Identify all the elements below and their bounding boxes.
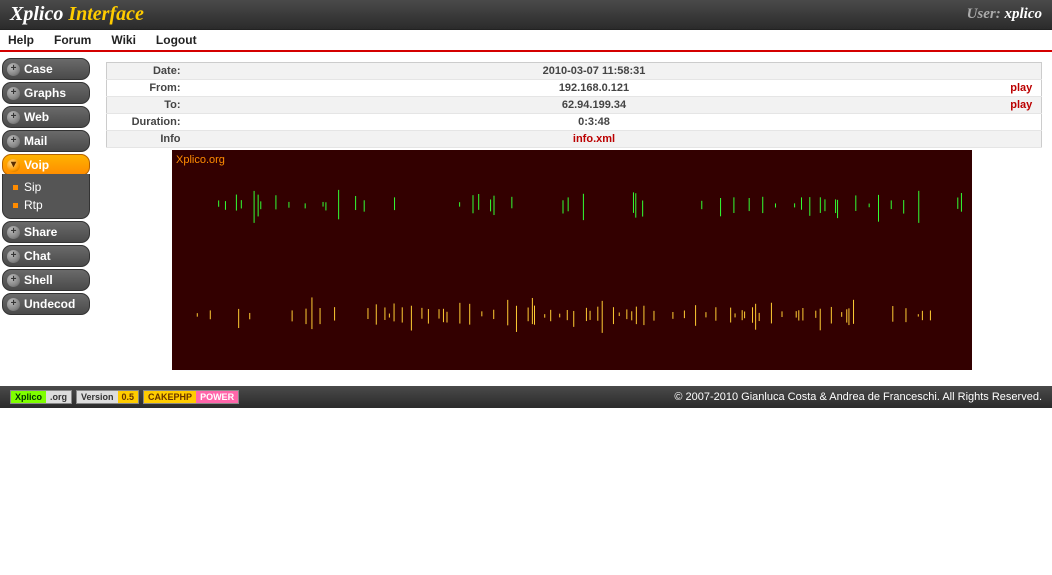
row-value: 192.168.0.121 (187, 80, 1002, 97)
header-bar: Xplico Interface User: xplico (0, 0, 1052, 30)
sidebar-item-label: Share (24, 225, 57, 239)
info-link[interactable]: info.xml (573, 133, 615, 145)
table-row: Duration: 0:3:48 (107, 114, 1042, 131)
badge-version[interactable]: Version 0.5 (76, 390, 139, 404)
badge-left: Version (77, 391, 118, 403)
row-value: 62.94.199.34 (187, 97, 1002, 114)
user-label: User: (967, 6, 1001, 22)
row-action (1002, 63, 1042, 80)
plus-icon: + (7, 111, 20, 124)
plus-icon: + (7, 298, 20, 311)
plus-icon: + (7, 87, 20, 100)
sidebar-subitem-label: Rtp (24, 198, 43, 212)
sidebar-subitem-sip[interactable]: Sip (3, 178, 89, 196)
details-table: Date: 2010-03-07 11:58:31 From: 192.168.… (106, 62, 1042, 148)
sidebar-subitem-rtp[interactable]: Rtp (3, 196, 89, 214)
bullet-icon (13, 203, 18, 208)
sidebar-item-voip[interactable]: ▾ Voip (2, 154, 90, 176)
badge-right: .org (46, 391, 71, 403)
plus-icon: + (7, 226, 20, 239)
sidebar-item-label: Case (24, 62, 53, 76)
sidebar-item-share[interactable]: + Share (2, 221, 90, 243)
badge-left: Xplico (11, 391, 46, 403)
username: xplico (1005, 6, 1043, 22)
arrow-down-icon: ▾ (7, 159, 20, 172)
sidebar-item-undecod[interactable]: + Undecod (2, 293, 90, 315)
plus-icon: + (7, 274, 20, 287)
sidebar-item-label: Voip (24, 158, 49, 172)
row-label: Date: (107, 63, 187, 80)
nav-wiki[interactable]: Wiki (111, 33, 136, 47)
waveform-svg (172, 150, 972, 370)
footer-badges: Xplico .org Version 0.5 CAKEPHP POWER (10, 390, 239, 404)
plus-icon: + (7, 135, 20, 148)
row-value: 2010-03-07 11:58:31 (187, 63, 1002, 80)
sidebar-item-label: Undecod (24, 297, 75, 311)
badge-cakephp[interactable]: CAKEPHP POWER (143, 390, 239, 404)
sidebar-item-mail[interactable]: + Mail (2, 130, 90, 152)
sidebar-subitem-label: Sip (24, 180, 41, 194)
sidebar-item-web[interactable]: + Web (2, 106, 90, 128)
app-logo: Xplico Interface (10, 3, 144, 26)
sidebar-item-case[interactable]: + Case (2, 58, 90, 80)
main-content: Date: 2010-03-07 11:58:31 From: 192.168.… (92, 52, 1052, 380)
footer-bar: Xplico .org Version 0.5 CAKEPHP POWER © … (0, 386, 1052, 408)
sidebar-item-label: Shell (24, 273, 53, 287)
logo-right: Interface (68, 3, 144, 25)
user-box: User: xplico (967, 6, 1042, 23)
row-action (1002, 131, 1042, 148)
row-action (1002, 114, 1042, 131)
sidebar-item-label: Graphs (24, 86, 66, 100)
row-label: From: (107, 80, 187, 97)
nav-forum[interactable]: Forum (54, 33, 91, 47)
sidebar-item-label: Mail (24, 134, 47, 148)
logo-left: Xplico (10, 3, 63, 25)
bullet-icon (13, 185, 18, 190)
table-row: From: 192.168.0.121 play (107, 80, 1042, 97)
sidebar-sublist-voip: Sip Rtp (2, 174, 90, 219)
footer-copyright: © 2007-2010 Gianluca Costa & Andrea de F… (674, 391, 1042, 403)
play-link[interactable]: play (1010, 99, 1032, 111)
row-label: To: (107, 97, 187, 114)
row-label: Info (107, 131, 187, 148)
play-link[interactable]: play (1010, 82, 1032, 94)
badge-right: POWER (196, 391, 238, 403)
waveform-display: Xplico.org (172, 150, 972, 370)
badge-left: CAKEPHP (144, 391, 196, 403)
sidebar-item-shell[interactable]: + Shell (2, 269, 90, 291)
sidebar-item-chat[interactable]: + Chat (2, 245, 90, 267)
row-label: Duration: (107, 114, 187, 131)
badge-xplico[interactable]: Xplico .org (10, 390, 72, 404)
sidebar-item-label: Chat (24, 249, 51, 263)
sidebar: + Case + Graphs + Web + Mail ▾ Voip Sip … (0, 52, 92, 323)
table-row: Date: 2010-03-07 11:58:31 (107, 63, 1042, 80)
plus-icon: + (7, 63, 20, 76)
badge-right: 0.5 (118, 391, 139, 403)
row-value: 0:3:48 (187, 114, 1002, 131)
table-row: To: 62.94.199.34 play (107, 97, 1042, 114)
nav-help[interactable]: Help (8, 33, 34, 47)
top-nav: Help Forum Wiki Logout (0, 30, 1052, 52)
table-row: Info info.xml (107, 131, 1042, 148)
plus-icon: + (7, 250, 20, 263)
sidebar-item-graphs[interactable]: + Graphs (2, 82, 90, 104)
nav-logout[interactable]: Logout (156, 33, 197, 47)
sidebar-item-label: Web (24, 110, 49, 124)
